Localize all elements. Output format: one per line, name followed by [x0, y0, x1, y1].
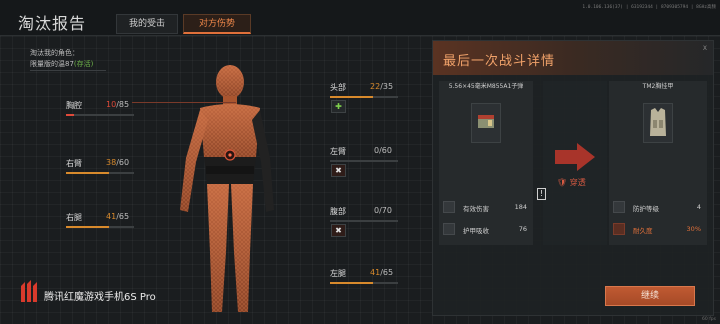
divider: [30, 70, 106, 71]
version-info: 1.0.106.136(37) | 63192344 | 8709305794 …: [582, 5, 716, 10]
fracture-icon: ✖: [331, 164, 346, 177]
arrow-right-icon: [555, 143, 595, 171]
stat-left-arm-bar: [330, 160, 398, 162]
stat-head-max: /35: [380, 82, 394, 91]
chest-rig-icon[interactable]: [643, 103, 673, 143]
stat-left-leg-bar: [330, 282, 398, 284]
crosshair-icon: [443, 223, 455, 235]
fps-counter: 60 fps: [702, 317, 716, 322]
ammo-box-icon[interactable]: [471, 103, 501, 143]
page-title: 淘汰报告: [18, 14, 87, 33]
armor-absorb-label: 护甲吸收: [463, 227, 489, 235]
stat-right-arm-bar-fill: [66, 172, 110, 174]
stat-abdomen: 腹部 0/70: [330, 206, 398, 226]
armor-card: TM2胸挂甲 防护等级 4 耐久度 30%: [609, 81, 707, 245]
chest-connector-line: [132, 102, 236, 103]
stat-left-leg-label: 左腿: [330, 269, 346, 278]
device-watermark: 腾讯红魔游戏手机6S Pro: [18, 280, 156, 304]
penetration-text: 穿透: [569, 178, 586, 187]
stat-right-leg: 右腿 41/65: [66, 212, 134, 232]
stat-left-leg-bar-fill: [330, 282, 373, 284]
tab-enemy-injuries[interactable]: 对方伤势: [183, 14, 251, 34]
stat-right-arm: 右臂 38/60: [66, 158, 134, 178]
durability-value: 30%: [686, 225, 701, 233]
body-right-leg: [207, 184, 229, 312]
green-bandage-icon: ✚: [331, 100, 346, 113]
stat-head-bar: [330, 96, 398, 98]
stat-left-arm-max: /60: [379, 146, 392, 155]
stat-head-label: 头部: [330, 83, 346, 92]
stat-right-leg-max: /65: [116, 212, 130, 221]
protection-level-label: 防护等级: [633, 205, 659, 213]
stat-right-leg-label: 右腿: [66, 213, 82, 222]
killer-info: 淘汰我的角色： 限量版的温87(存活): [30, 48, 93, 70]
durability-row: 耐久度 30%: [613, 221, 705, 239]
stat-head-bar-fill: [330, 96, 373, 98]
stat-head-current: 22: [370, 82, 381, 91]
stat-chest-bar-fill: [66, 114, 75, 116]
stat-left-leg-max: /65: [380, 268, 394, 277]
top-bar: 淘汰报告 我的受击 对方伤势 1.0.106.136(37) | 6319234…: [0, 0, 720, 36]
protection-level-row: 防护等级 4: [613, 199, 705, 217]
stat-chest-bar: [66, 114, 134, 116]
stat-right-arm-current: 38: [106, 158, 117, 167]
ammo-damage-label: 有效伤害: [463, 205, 489, 213]
durability-label: 耐久度: [633, 227, 653, 235]
stat-head: 头部 22/35: [330, 82, 398, 102]
stat-chest: 胸腔 10/85: [66, 100, 134, 120]
killer-name-row: 限量版的温87(存活): [30, 59, 93, 70]
stat-right-arm-bar: [66, 172, 134, 174]
bullet-icon: [443, 201, 455, 213]
ammo-damage-row: 有效伤害 184: [443, 199, 531, 217]
penetration-indicator: 🛡︎ 穿透: [543, 81, 607, 245]
stat-left-leg-current: 41: [370, 268, 381, 277]
armor-absorb-value: 76: [518, 225, 527, 233]
stat-right-leg-bar-fill: [66, 226, 109, 228]
close-icon[interactable]: X: [703, 45, 707, 52]
ammo-damage-value: 184: [514, 203, 527, 211]
killer-status: (存活): [73, 60, 94, 68]
stat-abdomen-max: /70: [379, 206, 392, 215]
continue-button[interactable]: 继续: [605, 286, 695, 306]
body-left-leg: [231, 184, 253, 312]
ammo-name: 5.56×45毫米M855A1子弹: [448, 83, 524, 90]
penetration-label: 🛡︎ 穿透: [557, 178, 586, 187]
stat-chest-max: /85: [116, 100, 130, 109]
battle-details-panel: 最后一次战斗详情 X 5.56×45毫米M855A1子弹 有效伤害 184 护甲…: [432, 40, 714, 316]
vest-icon: [613, 201, 625, 213]
fracture-icon: ✖: [331, 224, 346, 237]
stat-right-arm-max: /60: [116, 158, 130, 167]
watermark-text: 腾讯红魔游戏手机6S Pro: [44, 292, 156, 303]
vest-durability-icon: [613, 223, 625, 235]
body-head: [216, 65, 244, 99]
tab-my-hits[interactable]: 我的受击: [116, 14, 178, 34]
warning-icon[interactable]: !: [537, 188, 546, 200]
stat-right-arm-label: 右臂: [66, 159, 82, 168]
stat-right-leg-current: 41: [106, 212, 117, 221]
red-magic-logo-icon: [21, 280, 37, 302]
armor-absorb-row: 护甲吸收 76: [443, 221, 531, 239]
ammo-card: 5.56×45毫米M855A1子弹 有效伤害 184 护甲吸收 76: [439, 81, 533, 245]
panel-title: 最后一次战斗详情: [443, 54, 556, 69]
stat-right-leg-bar: [66, 226, 134, 228]
armor-name: TM2胸挂甲: [642, 83, 674, 90]
stat-left-arm-label: 左臂: [330, 147, 346, 156]
stat-chest-label: 胸腔: [66, 101, 82, 110]
body-right-arm: [180, 110, 208, 212]
stat-chest-current: 10: [106, 100, 117, 109]
protection-level-value: 4: [696, 203, 701, 211]
killer-name: 限量版的温87: [30, 60, 74, 68]
killer-caption: 淘汰我的角色：: [30, 49, 79, 57]
stat-abdomen-bar: [330, 220, 398, 222]
stat-left-arm: 左臂 0/60: [330, 146, 398, 166]
stat-abdomen-label: 腹部: [330, 207, 346, 216]
stat-left-leg: 左腿 41/65: [330, 268, 398, 288]
panel-header: 最后一次战斗详情 X: [433, 41, 713, 75]
